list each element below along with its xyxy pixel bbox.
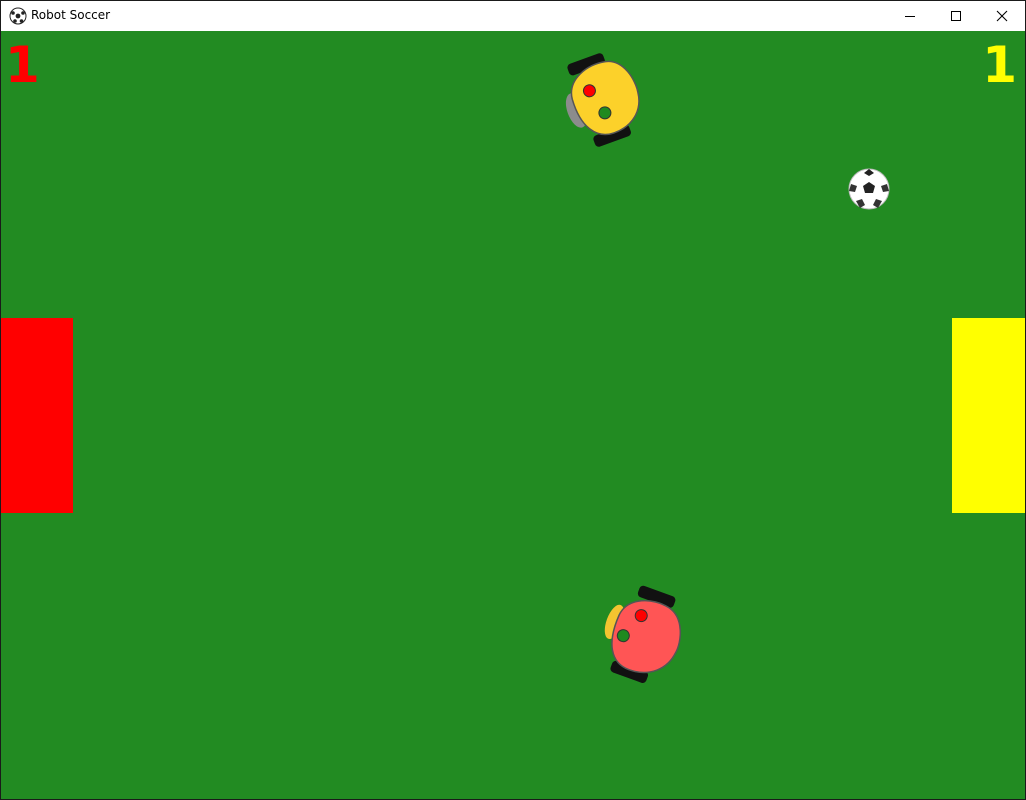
window-title: Robot Soccer (31, 8, 111, 22)
yellow-score: 1 (982, 36, 1017, 94)
title-bar[interactable]: Robot Soccer (1, 1, 1025, 31)
minimize-icon (905, 16, 915, 17)
close-icon (996, 10, 1008, 22)
maximize-button[interactable] (933, 1, 979, 31)
maximize-icon (951, 11, 961, 21)
minimize-button[interactable] (887, 1, 933, 31)
app-window: Robot Soccer 1 1 (0, 0, 1026, 800)
close-button[interactable] (979, 1, 1025, 31)
yellow-robot (565, 53, 640, 147)
soccer-ball (848, 168, 890, 210)
red-goal (1, 318, 73, 513)
soccer-field: 1 1 (1, 31, 1025, 799)
soccer-ball-icon (9, 7, 27, 25)
red-score: 1 (5, 36, 40, 94)
yellow-goal (952, 318, 1025, 513)
red-robot (604, 585, 681, 683)
